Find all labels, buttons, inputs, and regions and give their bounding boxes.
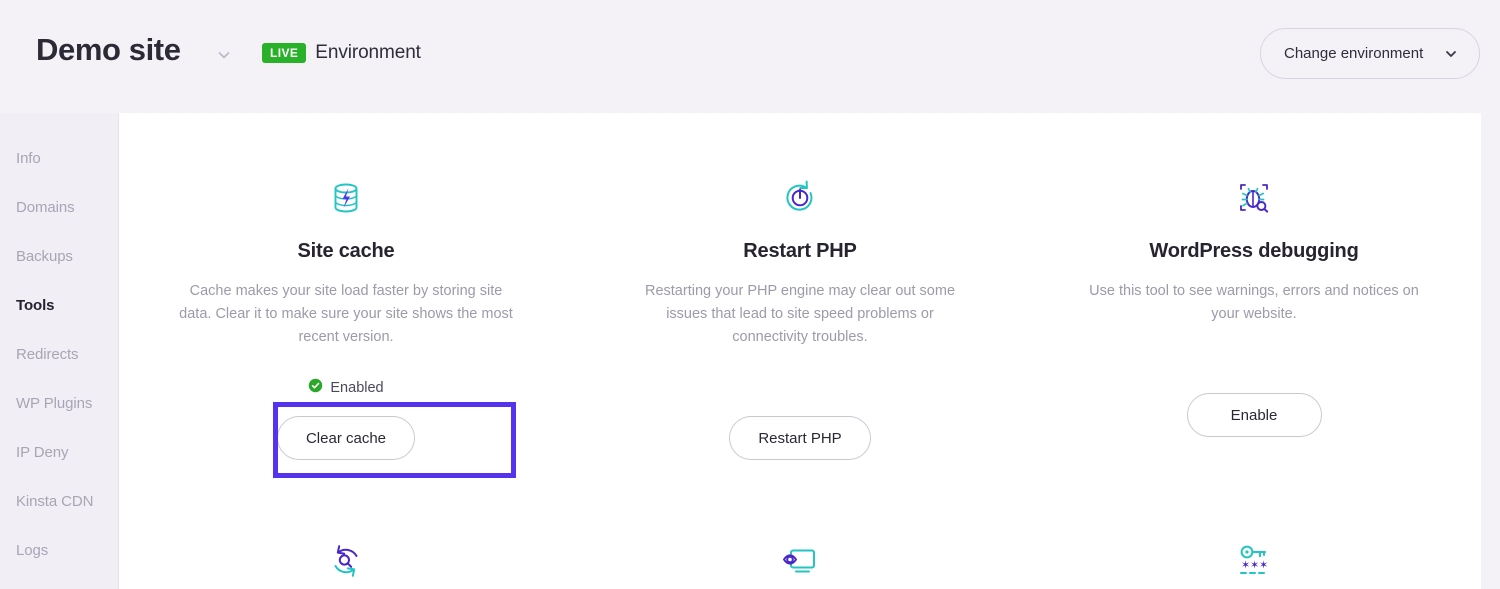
tool-description: Use this tool to see warnings, errors an… (1089, 283, 1419, 322)
site-dropdown-chevron-down-icon[interactable] (213, 44, 235, 66)
sidebar-item-redirects[interactable]: Redirects (16, 346, 79, 363)
page-title: Demo site (36, 32, 181, 67)
change-environment-button[interactable]: Change environment (1260, 28, 1480, 79)
sidebar-item-tools[interactable]: Tools (16, 297, 54, 314)
tool-title: WordPress debugging (1149, 240, 1359, 262)
environment-label: Environment (315, 42, 421, 63)
change-environment-label: Change environment (1284, 45, 1424, 62)
check-circle-icon (308, 378, 323, 398)
tool-card-restart-php: Restart PHP Restarting your PHP engine m… (573, 113, 1027, 460)
sidebar-item-ip-deny[interactable]: IP Deny (16, 444, 68, 461)
tool-card-monitoring (573, 518, 1027, 586)
key-password-icon: ✶ ✶ ✶ (1234, 541, 1274, 586)
svg-text:✶: ✶ (1259, 559, 1268, 572)
search-replace-icon (326, 541, 366, 586)
tool-status-label: Enabled (330, 380, 384, 396)
sidebar-item-info[interactable]: Info (16, 150, 41, 167)
tool-title: Restart PHP (743, 240, 857, 262)
eye-monitor-icon (780, 541, 820, 586)
sidebar: Info Domains Backups Tools Redirects WP … (0, 113, 119, 589)
bug-search-icon (1234, 176, 1274, 220)
tool-card-site-cache: Site cache Cache makes your site load fa… (119, 113, 573, 460)
tool-card-search-replace (119, 518, 573, 586)
sidebar-item-logs[interactable]: Logs (16, 542, 48, 559)
main-panel: Site cache Cache makes your site load fa… (119, 113, 1481, 589)
database-lightning-icon (326, 176, 366, 220)
restart-power-icon (780, 176, 820, 220)
svg-text:✶: ✶ (1241, 559, 1250, 572)
chevron-down-icon (1443, 46, 1459, 62)
tools-grid-row2: ✶ ✶ ✶ (119, 518, 1481, 586)
tool-card-wordpress-debugging: WordPress debugging Use this tool to see… (1027, 113, 1481, 460)
sidebar-item-backups[interactable]: Backups (16, 248, 73, 265)
sidebar-item-domains[interactable]: Domains (16, 199, 75, 216)
sidebar-item-wp-plugins[interactable]: WP Plugins (16, 395, 92, 412)
tools-grid: Site cache Cache makes your site load fa… (119, 113, 1481, 460)
tool-description: Cache makes your site load faster by sto… (179, 283, 513, 345)
enable-debugging-button[interactable]: Enable (1186, 393, 1322, 437)
restart-php-button[interactable]: Restart PHP (729, 416, 871, 460)
page-root: Demo site LIVE Environment Change enviro… (0, 0, 1500, 589)
clear-cache-button[interactable]: Clear cache (276, 416, 416, 460)
sidebar-item-kinsta-cdn[interactable]: Kinsta CDN (16, 493, 93, 510)
tool-description: Restarting your PHP engine may clear out… (644, 283, 956, 345)
tool-card-password-protection: ✶ ✶ ✶ (1027, 518, 1481, 586)
svg-text:✶: ✶ (1250, 559, 1259, 572)
tool-status: Enabled (308, 378, 384, 398)
environment-indicator: LIVE Environment (262, 42, 421, 64)
page-header: Demo site LIVE Environment Change enviro… (0, 0, 1500, 113)
status-badge: LIVE (262, 43, 307, 63)
tool-title: Site cache (297, 240, 395, 262)
